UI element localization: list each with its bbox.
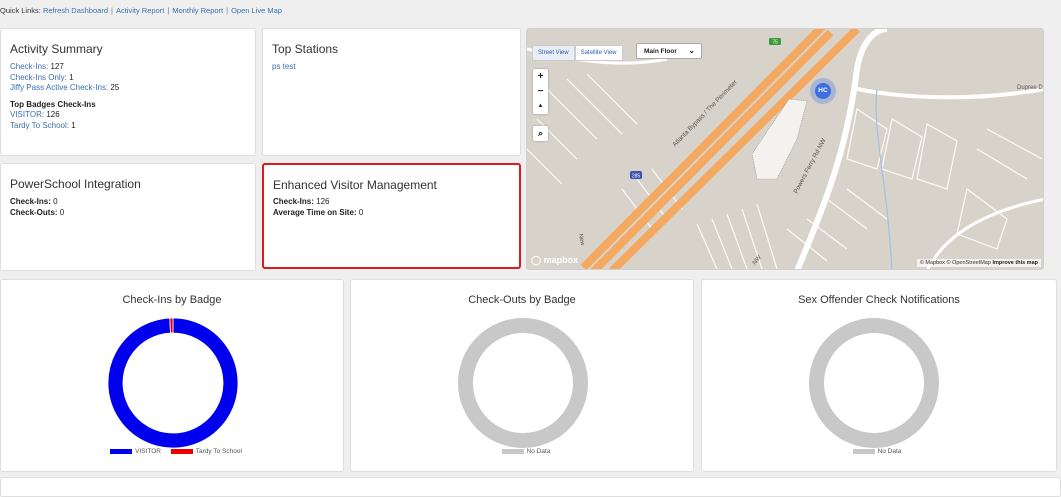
chart-legend: No Data [702,448,1044,455]
floor-select[interactable]: Main Floor ⌄ [636,43,702,59]
top-stations-card: Top Stations ps test [262,28,521,156]
powerschool-title: PowerSchool Integration [10,177,141,191]
visitor-value: 126 [46,110,60,119]
evm-checkins-row: Check-Ins: 126 [273,197,363,208]
mapbox-logo[interactable]: ◯ mapbox [531,255,578,266]
jiffy-value: 25 [110,83,120,92]
activity-summary-title: Activity Summary [10,42,103,56]
chart-legend: No Data [351,448,693,455]
tardy-label[interactable]: Tardy To School: [10,121,69,130]
map-search-control: ⌕ [533,126,548,141]
ps-checkouts-label: Check-Outs: [10,207,58,217]
chart-legend: VISITOR Tardy To School [1,448,343,455]
evm-avg-label: Average Time on Site: [273,207,357,217]
ps-checkins-label: Check-Ins: [10,197,51,206]
legend-label-tardy[interactable]: Tardy To School [196,448,242,455]
checkins-label[interactable]: Check-Ins: [10,62,48,71]
tardy-value: 1 [71,120,76,130]
ps-checkouts-row: Check-Outs: 0 [10,208,64,219]
checkouts-by-badge-chart [458,318,588,448]
sex-offender-notifications-card: Sex Offender Check Notifications No Data [701,279,1057,472]
ps-checkouts-value: 0 [59,207,65,217]
activity-report-link[interactable]: Activity Report [116,6,164,15]
checkins-only-row[interactable]: Check-Ins Only: 1 [10,73,119,84]
chevron-down-icon: ⌄ [688,46,695,55]
monthly-report-link[interactable]: Monthly Report [172,6,223,15]
donut-slice-visitor[interactable] [107,317,239,449]
jiffy-row[interactable]: Jiffy Pass Active Check-Ins: 25 [10,83,119,94]
separator: | [226,6,229,15]
top-stations-title: Top Stations [272,42,339,56]
checkins-value: 127 [50,62,64,71]
activity-summary-body: Check-Ins: 127 Check-Ins Only: 1 Jiffy P… [10,62,119,131]
marker-label: HC [815,83,831,99]
legend-swatch-visitor[interactable] [110,448,133,454]
visitor-label[interactable]: VISITOR: [10,110,44,119]
quick-links: Quick Links: Refresh Dashboard | Activity … [0,6,282,15]
map-label-road2: Dupree D [1017,85,1043,91]
ps-checkins-value: 0 [53,197,58,206]
quick-links-label: Quick Links: [0,6,41,15]
separator: | [167,6,170,15]
evm-checkins-value: 126 [316,197,330,206]
checkins-only-label[interactable]: Check-Ins Only: [10,73,67,82]
live-map[interactable]: 285 75 Atlanta Bypass / The Perimeter Po… [526,28,1044,270]
top-badges-heading: Top Badges Check-Ins [10,99,96,109]
checkouts-by-badge-card: Check-Outs by Badge No Data [350,279,694,472]
checkins-only-value: 1 [69,72,74,82]
map-shield-75: 75 [772,40,778,46]
activity-summary-card: Activity Summary Check-Ins: 127 Check-In… [0,28,256,156]
map-canvas[interactable]: 285 75 Atlanta Bypass / The Perimeter Po… [527,29,1044,270]
zoom-in-button[interactable]: + [533,69,548,84]
evm-avg-value: 0 [358,207,364,217]
donut-slice-no-data[interactable] [458,318,588,448]
ps-checkins-row: Check-Ins: 0 [10,197,64,208]
evm-body: Check-Ins: 126 Average Time on Site: 0 [273,197,363,218]
mapbox-logo-text: mapbox [543,255,579,265]
compass-icon[interactable]: ▲ [533,99,548,114]
sex-offender-notifications-chart [809,318,939,448]
powerschool-body: Check-Ins: 0 Check-Outs: 0 [10,197,64,218]
visitor-row[interactable]: VISITOR: 126 [10,110,119,121]
map-shield-285: 285 [632,174,641,180]
legend-label-visitor[interactable]: VISITOR [135,448,161,455]
attribution-text[interactable]: © Mapbox © OpenStreetMap [920,260,991,266]
mapbox-logo-icon: ◯ [531,255,542,265]
zoom-controls: + − ▲ [533,69,548,114]
separator: | [111,6,113,15]
donut-slice-tardy-to-school[interactable] [169,317,174,334]
map-view-tabs: Street View Satellite View [532,45,623,61]
search-icon[interactable]: ⌕ [533,126,548,141]
top-stations-list: ps test [272,62,296,73]
legend-label-no-data[interactable]: No Data [527,448,551,455]
legend-swatch-no-data[interactable] [852,448,875,454]
jiffy-label[interactable]: Jiffy Pass Active Check-Ins: [10,83,108,92]
floor-select-value: Main Floor [644,48,677,55]
evm-checkins-label: Check-Ins: [273,197,314,206]
station-item[interactable]: ps test [272,62,296,73]
bottom-panel [0,477,1061,497]
checkins-row[interactable]: Check-Ins: 127 [10,62,119,73]
legend-swatch-no-data[interactable] [501,448,524,454]
evm-card: Enhanced Visitor Management Check-Ins: 1… [262,163,521,269]
donut-slice-no-data[interactable] [809,318,939,448]
evm-title: Enhanced Visitor Management [273,178,437,192]
refresh-dashboard-link[interactable]: Refresh Dashboard [43,6,108,15]
legend-label-no-data[interactable]: No Data [878,448,902,455]
checkins-by-badge-card: Check-Ins by Badge VISITOR Tardy To Scho… [0,279,344,472]
map-attribution: © Mapbox © OpenStreetMap Improve this ma… [916,259,1041,267]
tab-satellite-view[interactable]: Satellite View [574,45,623,61]
checkins-by-badge-chart [107,317,239,449]
tab-street-view[interactable]: Street View [532,45,575,61]
improve-map-link[interactable]: Improve this map [992,260,1038,266]
zoom-out-button[interactable]: − [533,84,548,99]
open-live-map-link[interactable]: Open Live Map [231,6,282,15]
evm-avg-row: Average Time on Site: 0 [273,208,363,219]
legend-swatch-tardy[interactable] [170,448,193,454]
powerschool-card: PowerSchool Integration Check-Ins: 0 Che… [0,163,256,271]
tardy-row[interactable]: Tardy To School: 1 [10,121,119,132]
location-marker[interactable]: HC [810,78,836,104]
